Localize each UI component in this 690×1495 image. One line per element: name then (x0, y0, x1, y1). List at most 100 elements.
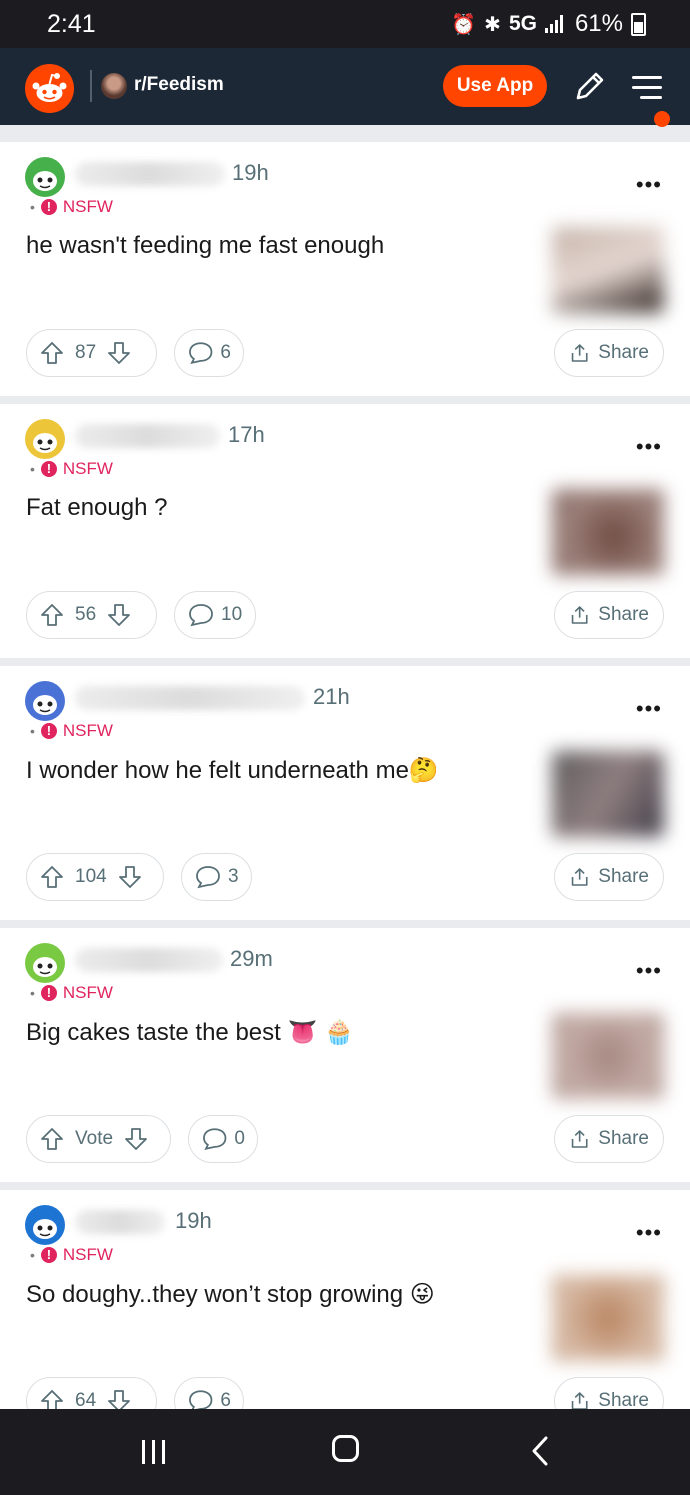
post-card[interactable]: 29m •! NSFW Big cakes taste the best 👅 🧁 … (0, 928, 690, 1182)
post-card[interactable]: 21h •! NSFW I wonder how he felt undernea… (0, 666, 690, 920)
post-time: 17h (228, 422, 265, 447)
user-avatar[interactable] (25, 943, 65, 983)
vote-control[interactable]: 56 (26, 591, 157, 639)
upvote-icon[interactable] (39, 602, 65, 628)
more-icon[interactable]: ••• (636, 958, 662, 984)
post-thumbnail[interactable] (552, 489, 664, 575)
share-label: Share (598, 342, 649, 363)
user-avatar[interactable] (25, 419, 65, 459)
upvote-icon[interactable] (39, 340, 65, 366)
comment-icon (203, 1128, 227, 1151)
vote-control[interactable]: Vote (26, 1115, 171, 1163)
nsfw-tag: •! NSFW (30, 197, 113, 216)
nsfw-icon: ! (40, 461, 57, 477)
system-nav-bar (0, 1409, 690, 1495)
share-icon (571, 1130, 588, 1148)
share-button[interactable]: Share (554, 853, 664, 901)
nsfw-icon: ! (40, 1247, 57, 1263)
post-card[interactable]: 19h •! NSFW So doughy..they won’t stop gr… (0, 1190, 690, 1444)
more-icon[interactable]: ••• (636, 1220, 662, 1246)
user-avatar[interactable] (25, 1205, 65, 1245)
battery-label: 61% (574, 10, 623, 37)
upvote-icon[interactable] (39, 864, 65, 890)
nsfw-icon: ! (40, 199, 57, 215)
nav-home-icon[interactable] (332, 1435, 359, 1462)
use-app-button[interactable]: Use App (443, 65, 547, 107)
subreddit-name[interactable]: r/Feedism (134, 74, 224, 96)
comment-icon (189, 342, 213, 365)
status-time: 2:41 (47, 10, 96, 38)
nsfw-icon: ! (40, 985, 57, 1001)
alarm-icon: ⏰ (451, 13, 477, 36)
author-name-redacted (75, 686, 305, 710)
vote-count: 104 (75, 866, 107, 887)
menu-icon[interactable] (632, 70, 666, 104)
comment-button[interactable]: 0 (188, 1115, 258, 1163)
post-thumbnail[interactable] (552, 227, 664, 313)
subreddit-avatar[interactable] (101, 73, 127, 99)
downvote-icon[interactable] (117, 864, 143, 890)
status-bar: 2:41 ⏰ ✱ 5G 61% (0, 0, 690, 48)
header-divider (90, 70, 92, 102)
nsfw-tag: •! NSFW (30, 1245, 113, 1264)
comment-count: 10 (221, 604, 243, 625)
post-title[interactable]: he wasn't feeding me fast enough (26, 232, 384, 260)
nsfw-tag: •! NSFW (30, 459, 113, 478)
more-icon[interactable]: ••• (636, 434, 662, 460)
post-time: 29m (230, 946, 273, 971)
reddit-logo-icon[interactable] (25, 64, 74, 113)
battery-icon (631, 12, 646, 36)
network-label: 5G (508, 12, 537, 35)
comment-count: 0 (234, 1128, 245, 1149)
app-header: r/Feedism Use App (0, 48, 690, 127)
more-icon[interactable]: ••• (636, 172, 662, 198)
share-button[interactable]: Share (554, 329, 664, 377)
nav-back-icon[interactable] (530, 1436, 550, 1466)
post-title[interactable]: I wonder how he felt underneath me🤔 (26, 756, 439, 785)
more-icon[interactable]: ••• (636, 696, 662, 722)
user-avatar[interactable] (25, 157, 65, 197)
vote-control[interactable]: 87 (26, 329, 157, 377)
comment-icon (196, 866, 220, 889)
post-card[interactable]: 19h •! NSFW he wasn't feeding me fast eno… (0, 142, 690, 396)
post-time: 21h (313, 684, 350, 709)
comment-button[interactable]: 10 (174, 591, 256, 639)
pencil-icon[interactable] (572, 68, 608, 104)
user-avatar[interactable] (25, 681, 65, 721)
comment-button[interactable]: 3 (181, 853, 252, 901)
upvote-icon[interactable] (39, 1126, 65, 1152)
post-title[interactable]: Big cakes taste the best 👅 🧁 (26, 1018, 354, 1047)
vote-count: 87 (75, 342, 97, 363)
share-icon (571, 606, 588, 624)
comment-button[interactable]: 6 (174, 329, 244, 377)
post-card[interactable]: 17h •! NSFW Fat enough ? ••• 56 10 Share (0, 404, 690, 658)
vote-control[interactable]: 104 (26, 853, 164, 901)
share-button[interactable]: Share (554, 1115, 664, 1163)
post-thumbnail[interactable] (552, 1013, 664, 1099)
comment-icon (189, 604, 213, 627)
vote-count: Vote (75, 1128, 114, 1149)
post-thumbnail[interactable] (552, 751, 664, 837)
bluetooth-icon: ✱ (484, 13, 501, 36)
downvote-icon[interactable] (106, 340, 132, 366)
post-time: 19h (232, 160, 269, 185)
share-icon (571, 344, 588, 362)
nsfw-tag: •! NSFW (30, 721, 113, 740)
nav-recent-icon[interactable] (140, 1438, 168, 1466)
comment-count: 6 (220, 342, 231, 363)
share-icon (571, 868, 588, 886)
downvote-icon[interactable] (123, 1126, 149, 1152)
post-thumbnail[interactable] (552, 1275, 664, 1361)
share-label: Share (598, 1128, 649, 1149)
author-name-redacted (75, 162, 225, 186)
notification-dot (654, 111, 670, 127)
nsfw-icon: ! (40, 723, 57, 739)
status-icons: ⏰ ✱ 5G 61% (451, 10, 646, 38)
nsfw-tag: •! NSFW (30, 983, 113, 1002)
post-title[interactable]: So doughy..they won’t stop growing 😜 (26, 1280, 435, 1309)
post-title[interactable]: Fat enough ? (26, 494, 167, 522)
author-name-redacted (75, 424, 220, 448)
post-time: 19h (175, 1208, 212, 1233)
downvote-icon[interactable] (106, 602, 132, 628)
share-button[interactable]: Share (554, 591, 664, 639)
